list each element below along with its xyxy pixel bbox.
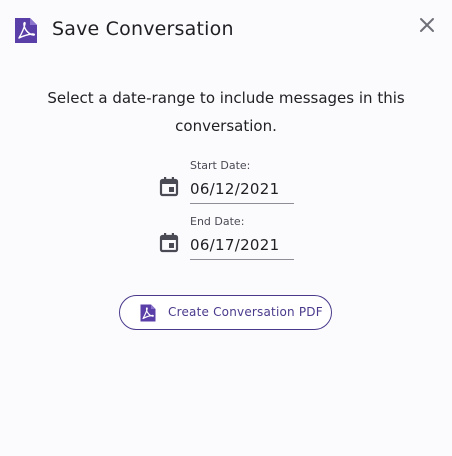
instruction-line-2: conversation. xyxy=(175,117,277,135)
save-conversation-dialog: Save Conversation Select a date-range to… xyxy=(0,0,452,456)
dialog-header: Save Conversation xyxy=(0,0,452,60)
create-conversation-pdf-label: Create Conversation PDF xyxy=(168,305,323,319)
start-date-input[interactable] xyxy=(190,175,294,204)
pdf-document-icon xyxy=(15,18,37,43)
create-conversation-pdf-button[interactable]: Create Conversation PDF xyxy=(119,295,332,330)
end-date-label: End Date: xyxy=(190,215,245,228)
calendar-icon[interactable] xyxy=(158,231,180,253)
start-date-field: Start Date: xyxy=(158,157,298,213)
dialog-title: Save Conversation xyxy=(52,18,234,40)
end-date-input[interactable] xyxy=(190,231,294,260)
end-date-field: End Date: xyxy=(158,213,298,269)
instruction-text: Select a date-range to include messages … xyxy=(30,84,422,140)
instruction-line-1: Select a date-range to include messages … xyxy=(47,89,405,107)
pdf-document-icon xyxy=(140,304,156,322)
close-icon[interactable] xyxy=(416,14,438,36)
calendar-icon[interactable] xyxy=(158,175,180,197)
start-date-label: Start Date: xyxy=(190,159,251,172)
